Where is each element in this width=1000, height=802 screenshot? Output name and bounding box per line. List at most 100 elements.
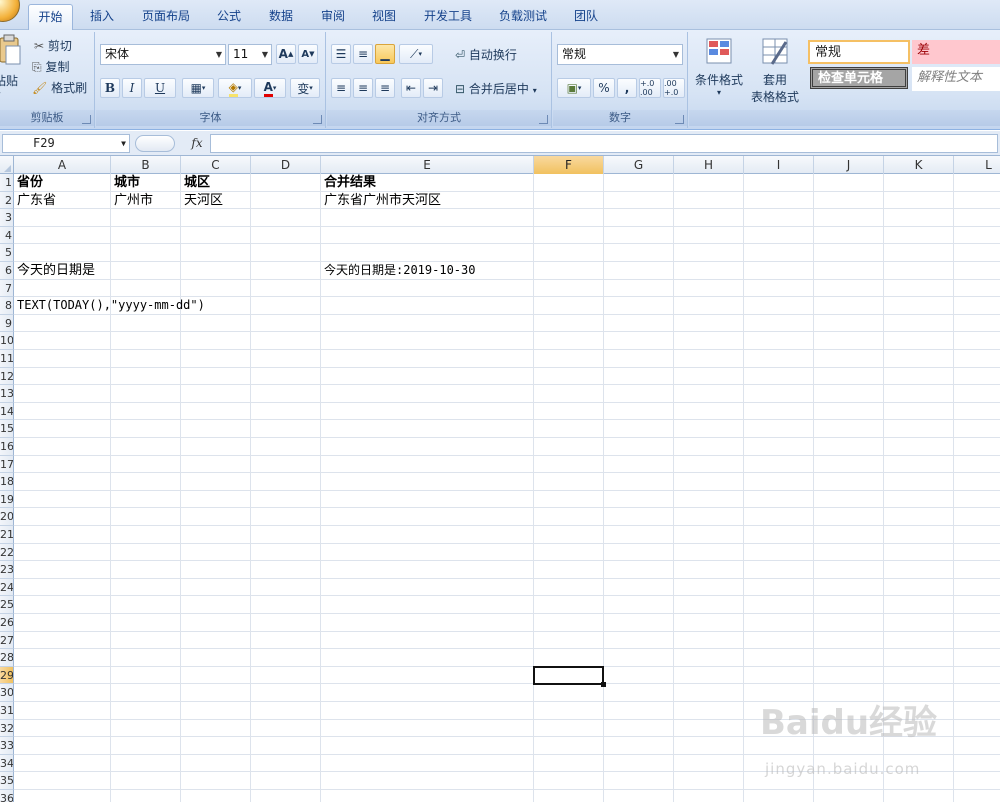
fill-color-button[interactable]: ◈ ▾ (218, 78, 252, 98)
font-color-button[interactable]: A ▾ (254, 78, 286, 98)
tab-team[interactable]: 团队 (566, 4, 606, 30)
align-middle-button[interactable]: ≡ (353, 44, 373, 64)
row-header-18[interactable]: 18 (0, 473, 14, 491)
row-header-20[interactable]: 20 (0, 508, 14, 526)
cell-a8[interactable]: TEXT(TODAY(),"yyyy-mm-dd") (14, 297, 205, 314)
font-launcher-icon[interactable] (313, 115, 322, 124)
tab-insert[interactable]: 插入 (80, 4, 124, 30)
tab-data[interactable]: 数据 (260, 4, 302, 30)
column-header-c[interactable]: C (181, 156, 251, 174)
row-header-22[interactable]: 22 (0, 543, 14, 562)
cell-a1[interactable]: 省份 (14, 174, 43, 191)
tab-developer[interactable]: 开发工具 (416, 4, 480, 30)
cell-a2[interactable]: 广东省 (14, 192, 56, 209)
paste-button[interactable] (0, 34, 22, 72)
copy-button[interactable]: ⎘ 复制 (32, 58, 69, 75)
column-header-h[interactable]: H (674, 156, 744, 174)
row-header-29[interactable]: 29 (0, 666, 14, 685)
row-header-27[interactable]: 27 (0, 631, 14, 650)
row-header-9[interactable]: 9 (0, 314, 14, 333)
column-header-i[interactable]: I (744, 156, 814, 174)
cell-c2[interactable]: 天河区 (181, 192, 223, 209)
align-top-button[interactable]: ☰ (331, 44, 351, 64)
column-header-l[interactable]: L (954, 156, 1000, 174)
row-header-32[interactable]: 32 (0, 719, 14, 738)
cell-e2[interactable]: 广东省广州市天河区 (321, 192, 441, 209)
row-header-5[interactable]: 5 (0, 244, 14, 262)
row-header-26[interactable]: 26 (0, 614, 14, 632)
row-header-7[interactable]: 7 (0, 279, 14, 298)
select-all-corner[interactable] (0, 156, 14, 174)
column-header-a[interactable]: A (14, 156, 111, 174)
tab-home[interactable]: 开始 (28, 4, 73, 30)
border-button[interactable]: ▦ ▾ (182, 78, 214, 98)
font-name-select[interactable]: 宋体 ▼ (100, 44, 226, 65)
row-header-16[interactable]: 16 (0, 438, 14, 456)
row-header-17[interactable]: 17 (0, 455, 14, 474)
name-box[interactable]: F29 ▼ (2, 134, 130, 153)
insert-function-icon[interactable]: fx (186, 134, 208, 153)
shrink-font-button[interactable]: A ▼ (298, 44, 318, 64)
tab-page-layout[interactable]: 页面布局 (134, 4, 198, 30)
merge-center-button[interactable]: ⊟ 合并后居中 ▾ (455, 80, 537, 97)
row-header-12[interactable]: 12 (0, 367, 14, 386)
format-as-table-button[interactable]: 套用 表格格式 (745, 36, 805, 116)
decrease-indent-button[interactable]: ⇤ (401, 78, 421, 98)
bold-button[interactable]: B (100, 78, 120, 98)
column-header-f[interactable]: F (534, 156, 604, 174)
office-button-icon[interactable] (0, 0, 20, 22)
italic-button[interactable]: I (122, 78, 142, 98)
wrap-text-button[interactable]: ⏎ 自动换行 (455, 46, 517, 63)
percent-button[interactable]: % (593, 78, 615, 98)
row-header-30[interactable]: 30 (0, 684, 14, 702)
row-header-3[interactable]: 3 (0, 209, 14, 227)
column-header-g[interactable]: G (604, 156, 674, 174)
tab-review[interactable]: 审阅 (312, 4, 354, 30)
increase-decimal-button[interactable]: +.0 .00 (639, 78, 661, 98)
tab-view[interactable]: 视图 (362, 4, 406, 30)
column-header-d[interactable]: D (251, 156, 321, 174)
row-header-4[interactable]: 4 (0, 226, 14, 245)
tab-load-test[interactable]: 负载测试 (490, 4, 556, 30)
column-header-e[interactable]: E (321, 156, 534, 174)
cell-b2[interactable]: 广州市 (111, 192, 153, 209)
row-header-6[interactable]: 6 (0, 262, 14, 280)
row-header-19[interactable]: 19 (0, 490, 14, 509)
column-header-k[interactable]: K (884, 156, 954, 174)
cell-b1[interactable]: 城市 (111, 174, 140, 191)
row-header-36[interactable]: 36 (0, 790, 14, 802)
active-cell-outline[interactable] (533, 665, 606, 687)
comma-button[interactable]: , (617, 78, 637, 98)
row-header-14[interactable]: 14 (0, 402, 14, 421)
paste-dropdown-icon[interactable]: ▾ (0, 90, 1, 100)
row-header-28[interactable]: 28 (0, 649, 14, 667)
font-size-select[interactable]: 11 ▼ (228, 44, 272, 65)
decrease-decimal-button[interactable]: .00 +.0 (663, 78, 685, 98)
cut-button[interactable]: ✂ 剪切 (34, 37, 72, 54)
style-normal[interactable]: 常规 (808, 40, 910, 64)
align-bottom-button[interactable]: ▁ (375, 44, 395, 64)
row-header-35[interactable]: 35 (0, 772, 14, 790)
row-header-33[interactable]: 33 (0, 737, 14, 755)
align-center-button[interactable]: ≡ (353, 78, 373, 98)
underline-button[interactable]: U (144, 78, 176, 98)
align-left-button[interactable]: ≡ (331, 78, 351, 98)
format-painter-button[interactable]: 🖌 格式刷 (32, 79, 87, 96)
formula-input[interactable] (210, 134, 998, 153)
alignment-launcher-icon[interactable] (539, 115, 548, 124)
number-launcher-icon[interactable] (675, 115, 684, 124)
row-header-24[interactable]: 24 (0, 578, 14, 597)
orientation-button[interactable]: ⟋ ▾ (399, 44, 433, 64)
cell-e1[interactable]: 合并结果 (321, 174, 376, 191)
row-header-31[interactable]: 31 (0, 702, 14, 720)
cell-a6[interactable]: 今天的日期是 (14, 262, 95, 279)
align-right-button[interactable]: ≡ (375, 78, 395, 98)
row-header-2[interactable]: 2 (0, 191, 14, 210)
row-header-34[interactable]: 34 (0, 754, 14, 773)
conditional-format-button[interactable]: 条件格式 ▾ (695, 36, 743, 116)
cell-e6[interactable]: 今天的日期是:2019-10-30 (321, 262, 475, 279)
row-header-25[interactable]: 25 (0, 596, 14, 614)
formula-bar-expand-control[interactable] (135, 135, 175, 152)
increase-indent-button[interactable]: ⇥ (423, 78, 443, 98)
row-header-10[interactable]: 10 (0, 332, 14, 350)
